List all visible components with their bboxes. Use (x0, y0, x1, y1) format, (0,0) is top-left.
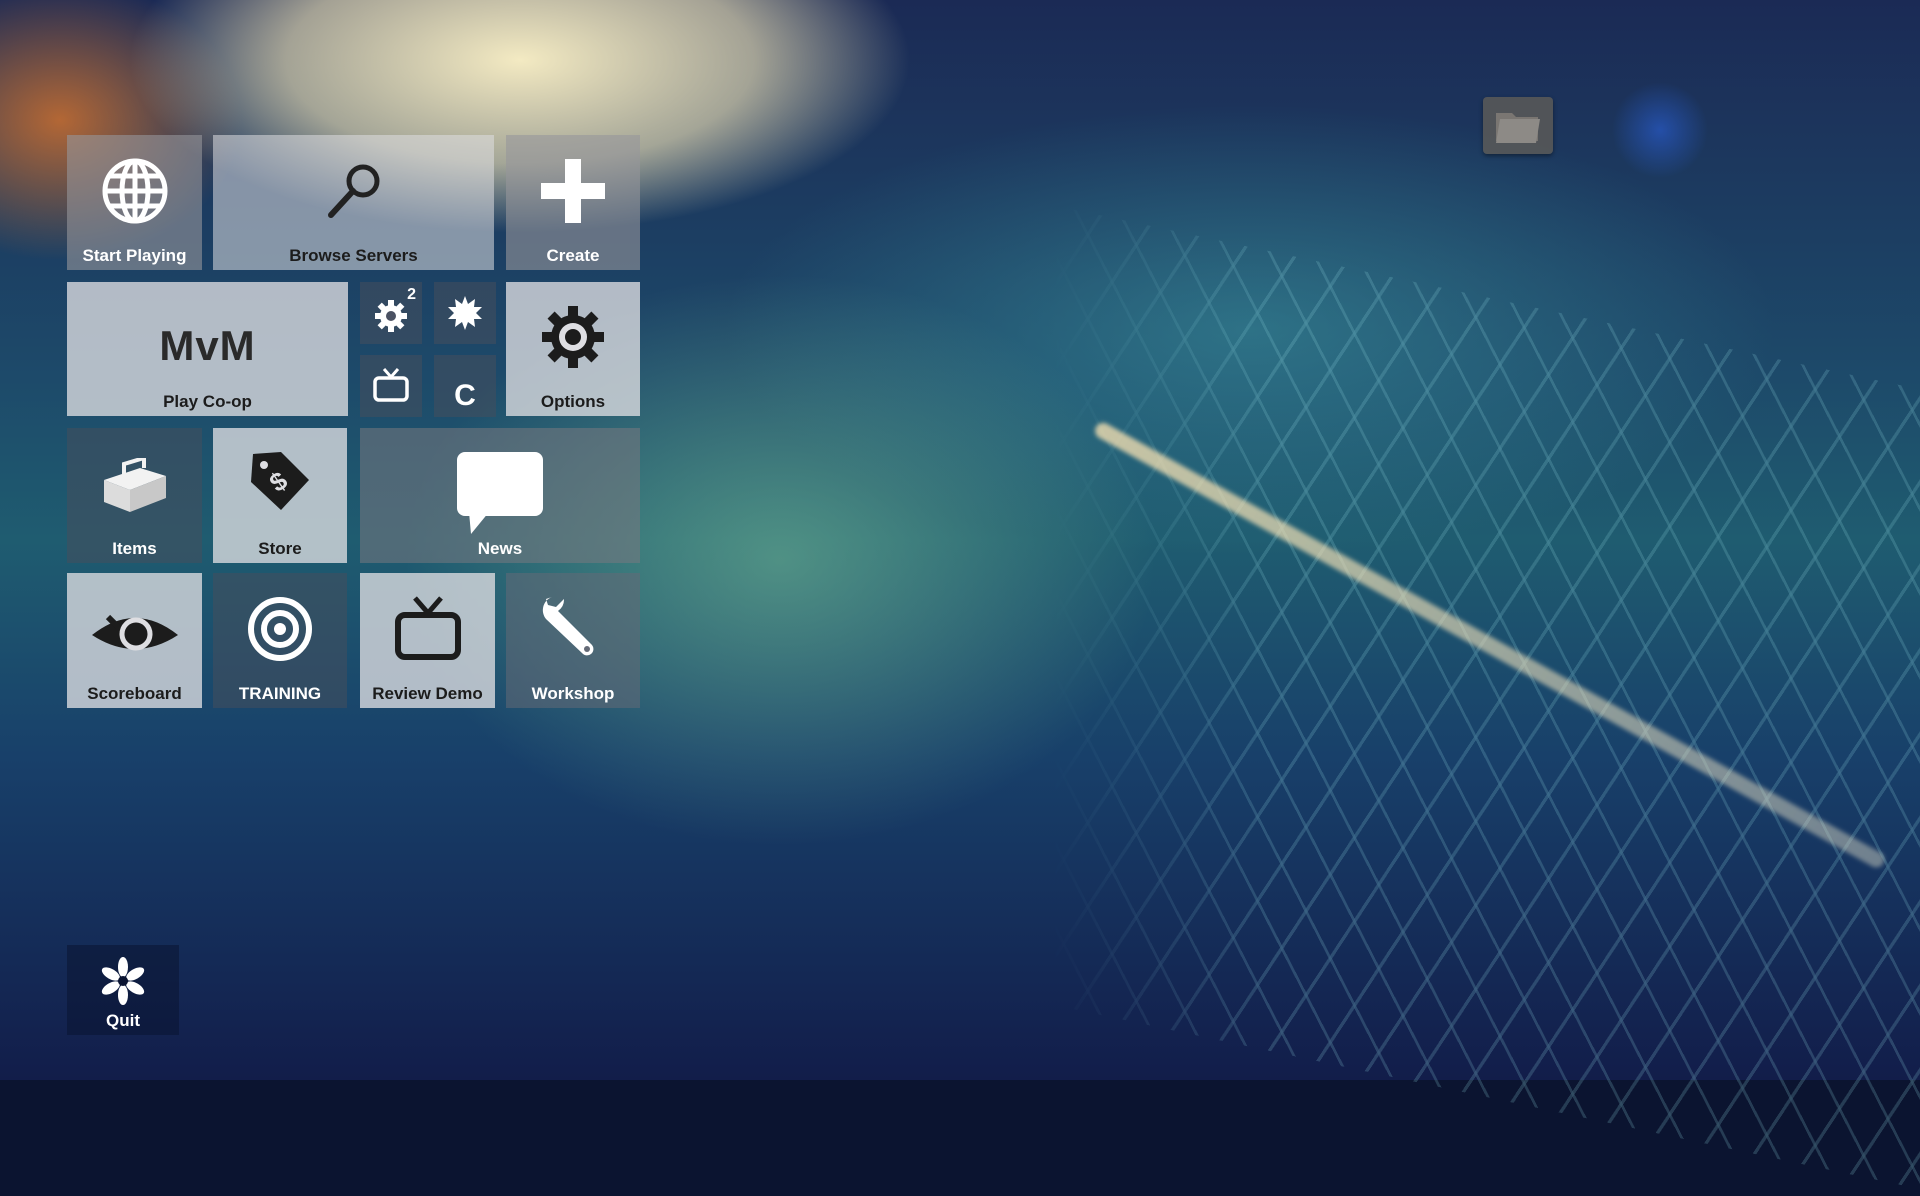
toolbox-icon (67, 458, 202, 514)
target-icon (213, 595, 347, 663)
tv-icon (360, 367, 422, 403)
speech-bubble-icon (360, 450, 640, 538)
store-button[interactable]: $ Store (213, 428, 347, 563)
workshop-label: Workshop (531, 684, 615, 703)
mvm-logo: MvM (159, 322, 256, 369)
training-button[interactable]: TRAINING (213, 573, 347, 708)
tv-icon (360, 595, 495, 661)
folder-icon (1496, 112, 1540, 143)
start-playing-label: Start Playing (82, 246, 187, 265)
tv-small-button[interactable] (360, 355, 422, 417)
burst-icon (434, 295, 496, 331)
options-label: Options (540, 392, 606, 411)
news-button[interactable]: News (360, 428, 640, 563)
wrench-icon (506, 593, 640, 663)
globe-icon (67, 157, 202, 225)
items-label: Items (112, 539, 157, 558)
news-label: News (477, 539, 523, 558)
gear-badge-count: 2 (407, 286, 416, 303)
workshop-button[interactable]: Workshop (506, 573, 640, 708)
quit-label: Quit (106, 1011, 140, 1030)
play-coop-button[interactable]: MvM Play Co-op (67, 282, 348, 416)
quit-button[interactable]: Quit (67, 945, 179, 1035)
gear-badge-button[interactable]: 2 (360, 282, 422, 344)
review-demo-button[interactable]: Review Demo (360, 573, 495, 708)
items-button[interactable]: Items (67, 428, 202, 563)
burst-button[interactable] (434, 282, 496, 344)
scoreboard-label: Scoreboard (87, 684, 182, 703)
eye-icon (67, 607, 202, 657)
price-tag-icon: $ (213, 448, 347, 514)
options-button[interactable]: Options (506, 282, 640, 416)
gear-icon (506, 304, 640, 370)
browse-servers-label: Browse Servers (289, 246, 418, 265)
c-button[interactable]: C (434, 355, 496, 417)
review-demo-label: Review Demo (372, 684, 483, 703)
folder-button[interactable] (1483, 97, 1553, 154)
plus-icon (506, 159, 640, 223)
start-playing-button[interactable]: Start Playing (67, 135, 202, 270)
browse-servers-button[interactable]: Browse Servers (213, 135, 494, 270)
scoreboard-button[interactable]: Scoreboard (67, 573, 202, 708)
quit-flower-icon (67, 957, 179, 1005)
play-coop-label: Play Co-op (163, 392, 252, 411)
create-button[interactable]: Create (506, 135, 640, 270)
create-label: Create (546, 246, 600, 265)
store-label: Store (258, 539, 302, 558)
training-label: TRAINING (238, 684, 322, 703)
c-letter: C (454, 379, 476, 412)
magnifier-icon (213, 157, 494, 227)
